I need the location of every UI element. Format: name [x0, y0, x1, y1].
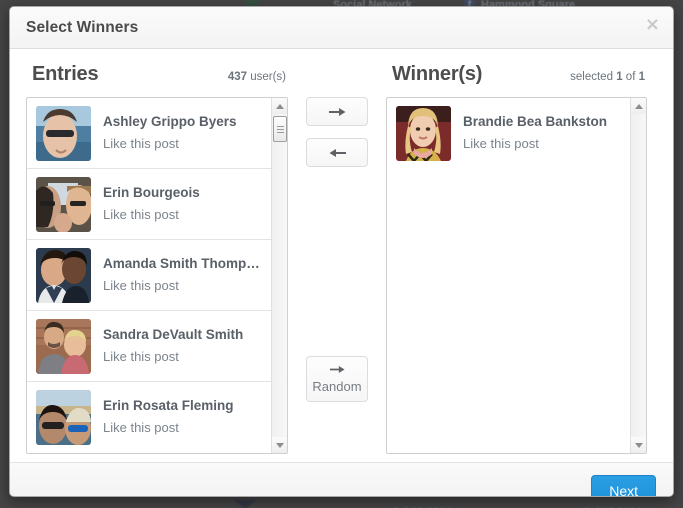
selected-count: 1 — [616, 71, 623, 83]
list-item-name: Erin Bourgeois — [103, 184, 200, 200]
winners-listbox[interactable]: Brandie Bea Bankston Like this post — [386, 97, 647, 454]
scrollbar-thumb[interactable] — [273, 116, 287, 142]
entries-count-value: 437 — [227, 71, 248, 83]
move-to-entries-button[interactable] — [306, 138, 368, 167]
avatar — [396, 106, 451, 161]
list-item[interactable]: Brandie Bea Bankston Like this post — [387, 98, 630, 169]
list-item-name: Brandie Bea Bankston — [463, 114, 608, 129]
arrow-left-icon — [329, 148, 346, 157]
list-item-text: Brandie Bea Bankston Like this post — [463, 113, 607, 154]
modal-title: Select Winners — [26, 18, 139, 36]
list-item-text: Erin Bourgeois Like this post — [103, 184, 200, 225]
list-item-action: Like this post — [103, 348, 179, 364]
close-icon[interactable]: × — [645, 16, 660, 34]
list-item-text: Sandra DeVault Smith Like this post — [103, 326, 243, 367]
winners-scrollbar[interactable] — [630, 98, 646, 453]
winners-list[interactable]: Brandie Bea Bankston Like this post — [387, 98, 630, 453]
list-item-name: Sandra DeVault Smith — [103, 326, 244, 342]
entries-list[interactable]: Ashley Grippo Byers Like this post Erin … — [27, 98, 271, 453]
selected-of: of — [625, 71, 636, 83]
list-item-action: Like this post — [103, 420, 179, 435]
list-item[interactable]: Sandra DeVault Smith Like this post — [27, 311, 271, 382]
select-winners-modal: Select Winners × Entries 437 user(s) Ash… — [9, 6, 674, 497]
modal-header: Select Winners × — [10, 7, 673, 49]
list-item-text: Ashley Grippo Byers Like this post — [103, 113, 237, 154]
entries-scrollbar[interactable] — [271, 98, 287, 453]
winners-title: Winner(s) — [392, 63, 483, 85]
next-button[interactable]: Next — [591, 475, 656, 496]
entries-header: Entries 437 user(s) — [26, 63, 288, 97]
list-item-text: Amanda Smith Thomp… Like this post — [103, 255, 260, 296]
scroll-down-icon[interactable] — [272, 437, 287, 453]
transfer-controls: Random — [288, 63, 386, 454]
avatar — [36, 176, 91, 232]
avatar — [36, 247, 91, 303]
list-item-text: Erin Rosata Fleming Like this post — [103, 397, 234, 438]
list-item-action: Like this post — [463, 136, 539, 151]
list-item-name: Erin Rosata Fleming — [103, 398, 234, 413]
avatar — [36, 318, 91, 374]
avatar — [36, 105, 91, 161]
winners-selected-count: selected 1 of 1 — [570, 71, 645, 83]
entries-count-suffix: user(s) — [250, 71, 286, 83]
list-item[interactable]: Amanda Smith Thomp… Like this post — [27, 240, 271, 311]
scroll-up-icon[interactable] — [272, 98, 287, 114]
avatar — [36, 390, 91, 445]
list-item-action: Like this post — [103, 277, 179, 293]
list-item[interactable]: Erin Bourgeois Like this post — [27, 169, 271, 240]
backdrop-triangle-icon — [234, 500, 256, 508]
entries-title: Entries — [32, 63, 99, 85]
modal-footer: Next — [10, 462, 673, 496]
scroll-down-icon[interactable] — [631, 437, 646, 453]
random-button-label: Random — [312, 379, 362, 394]
random-button[interactable]: Random — [306, 356, 368, 402]
winners-panel: Winner(s) selected 1 of 1 Brandie Bea Ba… — [386, 63, 647, 454]
list-item-name: Amanda Smith Thomp… — [103, 255, 260, 271]
modal-body: Entries 437 user(s) Ashley Grippo Byers … — [10, 49, 673, 462]
winners-header: Winner(s) selected 1 of 1 — [386, 63, 647, 97]
list-item[interactable]: Erin Rosata Fleming Like this post — [27, 382, 271, 453]
list-item-name: Ashley Grippo Byers — [103, 113, 237, 129]
entries-listbox[interactable]: Ashley Grippo Byers Like this post Erin … — [26, 97, 288, 454]
entries-panel: Entries 437 user(s) Ashley Grippo Byers … — [26, 63, 288, 454]
move-to-winners-button[interactable] — [306, 97, 368, 126]
list-item[interactable]: Ashley Grippo Byers Like this post — [27, 98, 271, 169]
selected-total: 1 — [638, 71, 645, 83]
entries-count: 437 user(s) — [228, 71, 286, 83]
arrow-right-icon — [329, 365, 345, 374]
selected-prefix: selected — [570, 71, 613, 83]
list-item-action: Like this post — [103, 135, 179, 151]
scroll-up-icon[interactable] — [631, 98, 646, 114]
arrow-right-icon — [328, 107, 345, 116]
list-item-action: Like this post — [103, 206, 179, 222]
